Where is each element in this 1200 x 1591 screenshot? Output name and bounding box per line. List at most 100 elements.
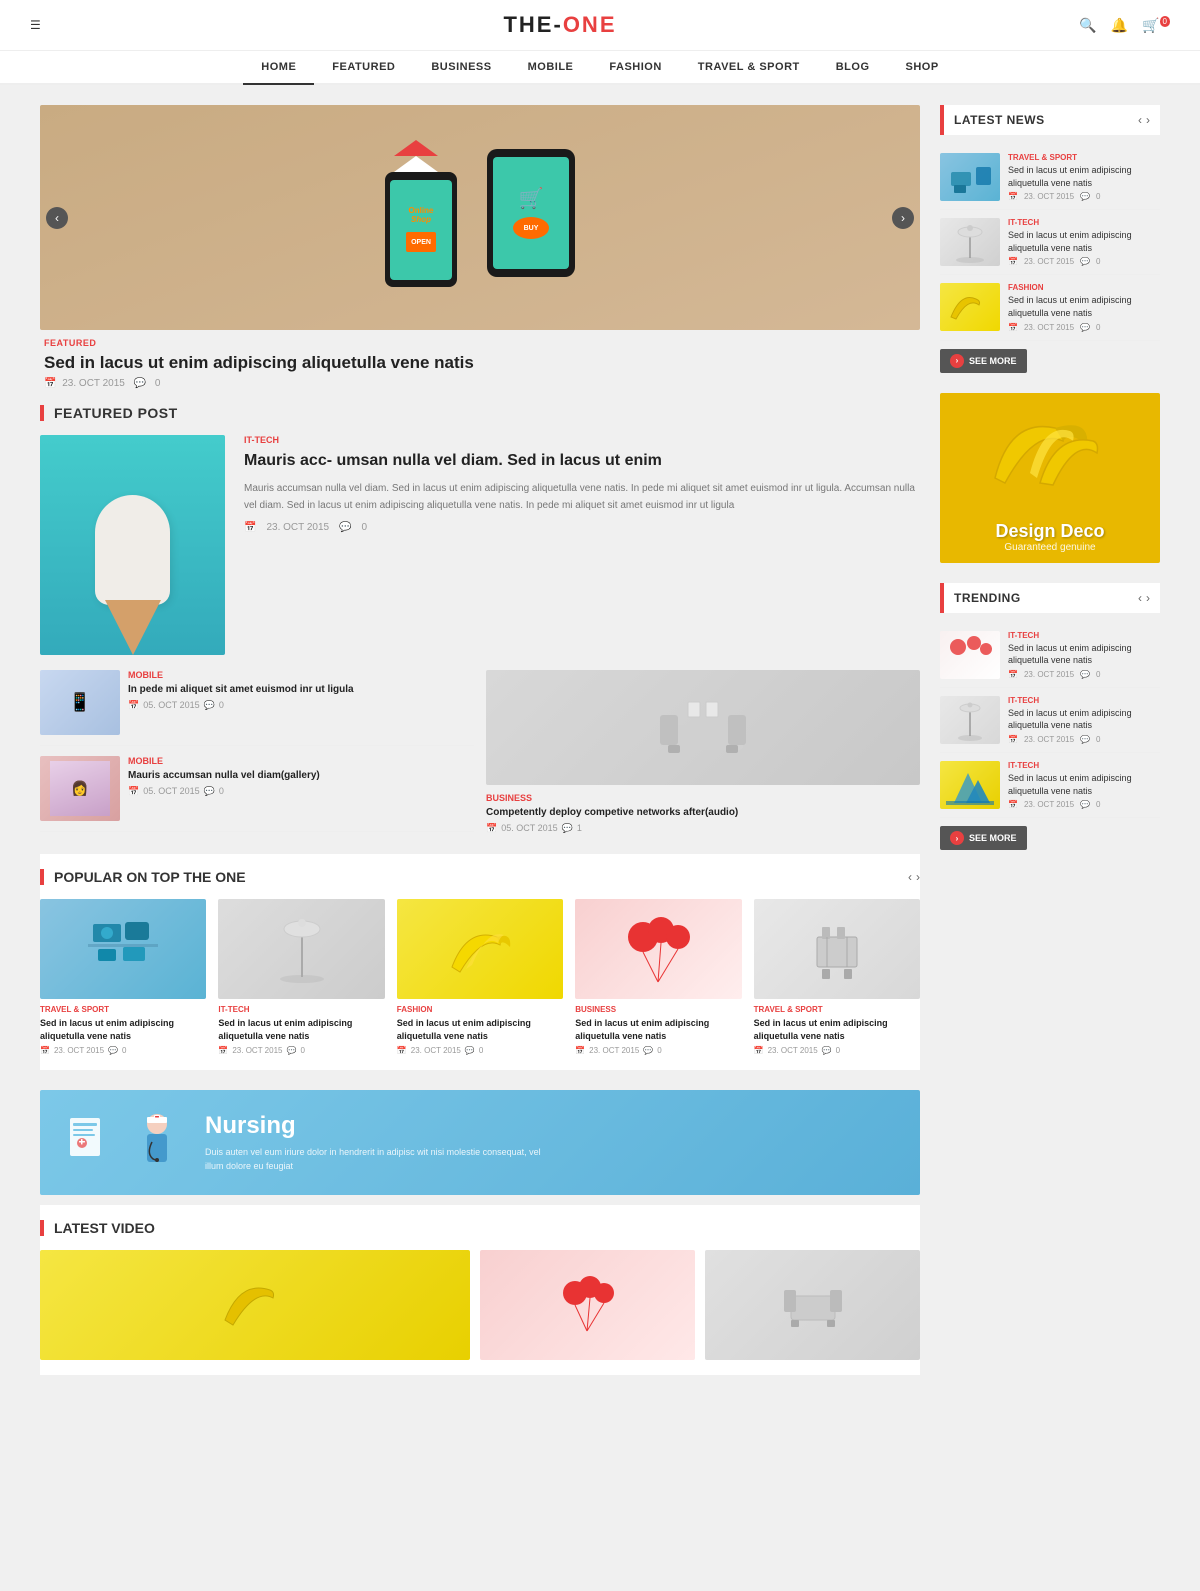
popular-item-1-meta: 📅23. OCT 2015 💬0 xyxy=(40,1046,206,1055)
hero-slider: Online Shop OPEN 🛒 xyxy=(40,105,920,330)
nav-item-featured[interactable]: FEATURED xyxy=(314,51,413,83)
news-item-1-content: TRAVEL & SPORT Sed in lacus ut enim adip… xyxy=(1008,153,1160,201)
news-item-3: FASHION Sed in lacus ut enim adipiscing … xyxy=(940,275,1160,340)
ad-banner-subtitle: Guaranteed genuine xyxy=(995,542,1104,553)
nav-item-home[interactable]: HOME xyxy=(243,51,314,85)
nav-item-shop[interactable]: SHOP xyxy=(888,51,957,83)
title-part1: THE- xyxy=(503,12,562,37)
popular-item-4-title: Sed in lacus ut enim adipiscing aliquetu… xyxy=(575,1017,741,1042)
main-container: Online Shop OPEN 🛒 xyxy=(30,85,1170,1395)
featured-section-header: FEATURED POST xyxy=(40,405,920,421)
popular-item-3: FASHION Sed in lacus ut enim adipiscing … xyxy=(397,899,563,1055)
hero-title: Sed in lacus ut enim adipiscing aliquetu… xyxy=(44,352,916,374)
small-post-3-title: Competently deploy competive networks af… xyxy=(486,806,920,819)
trending-item-2: IT-TECH Sed in lacus ut enim adipiscing … xyxy=(940,688,1160,753)
trending-next-arrow[interactable]: › xyxy=(1146,591,1150,605)
trending-see-more-label: SEE MORE xyxy=(969,833,1017,843)
small-post-3-image xyxy=(486,670,920,785)
small-post-1: 📱 MOBILE In pede mi aliquet sit amet eui… xyxy=(40,670,474,746)
popular-item-5: TRAVEL & SPORT Sed in lacus ut enim adip… xyxy=(754,899,920,1055)
ad-banana-illustration xyxy=(975,403,1125,501)
popular-heading: POPULAR ON TOP THE ONE xyxy=(54,869,246,885)
news-item-2: IT-TECH Sed in lacus ut enim adipiscing … xyxy=(940,210,1160,275)
popular-section-header: POPULAR ON TOP THE ONE ‹ › xyxy=(40,869,920,885)
popular-item-5-category: TRAVEL & SPORT xyxy=(754,1005,920,1014)
popular-item-1: TRAVEL & SPORT Sed in lacus ut enim adip… xyxy=(40,899,206,1055)
news-item-2-content: IT-TECH Sed in lacus ut enim adipiscing … xyxy=(1008,218,1160,266)
popular-item-3-category: FASHION xyxy=(397,1005,563,1014)
trending-item-1-content: IT-TECH Sed in lacus ut enim adipiscing … xyxy=(1008,631,1160,679)
small-posts-grid: 📱 MOBILE In pede mi aliquet sit amet eui… xyxy=(40,670,920,834)
popular-item-5-image xyxy=(754,899,920,999)
news-item-1: TRAVEL & SPORT Sed in lacus ut enim adip… xyxy=(940,145,1160,210)
trending-item-3-image xyxy=(940,761,1000,809)
search-icon[interactable]: 🔍 xyxy=(1079,17,1096,34)
nursing-desc: Duis auten vel eum iriure dolor in hendr… xyxy=(205,1145,555,1174)
trending-item-2-content: IT-TECH Sed in lacus ut enim adipiscing … xyxy=(1008,696,1160,744)
nav-item-mobile[interactable]: MOBILE xyxy=(510,51,592,83)
nav-item-fashion[interactable]: FASHION xyxy=(591,51,679,83)
trending-item-1-text: Sed in lacus ut enim adipiscing aliquetu… xyxy=(1008,642,1160,667)
featured-post-meta: 📅 23. OCT 2015 💬 0 xyxy=(244,522,920,533)
popular-item-4-image xyxy=(575,899,741,999)
calendar-icon: 📅 xyxy=(244,522,256,533)
popular-prev-arrow[interactable]: ‹ xyxy=(908,870,912,884)
trending-prev-arrow[interactable]: ‹ xyxy=(1138,591,1142,605)
latest-video-heading: LATEST VIDEO xyxy=(54,1220,155,1236)
trending-item-2-category: IT-TECH xyxy=(1008,696,1160,705)
small-post-1-title: In pede mi aliquet sit amet euismod inr … xyxy=(128,683,354,696)
top-bar: ☰ THE-ONE 🔍 🔔 🛒0 xyxy=(0,0,1200,51)
featured-post-excerpt: Mauris accumsan nulla vel diam. Sed in l… xyxy=(244,480,920,514)
news-item-1-meta: 📅23. OCT 2015 💬0 xyxy=(1008,192,1160,201)
popular-item-2-meta: 📅23. OCT 2015 💬0 xyxy=(218,1046,384,1055)
small-post-3: BUSINESS Competently deploy competive ne… xyxy=(486,670,920,834)
popular-next-arrow[interactable]: › xyxy=(916,870,920,884)
popular-item-2-category: IT-TECH xyxy=(218,1005,384,1014)
latest-news-heading: LATEST NEWS xyxy=(954,113,1045,127)
popular-item-3-meta: 📅23. OCT 2015 💬0 xyxy=(397,1046,563,1055)
nav-item-business[interactable]: BUSINESS xyxy=(413,51,509,83)
news-prev-arrow[interactable]: ‹ xyxy=(1138,113,1142,127)
news-next-arrow[interactable]: › xyxy=(1146,113,1150,127)
popular-item-3-title: Sed in lacus ut enim adipiscing aliquetu… xyxy=(397,1017,563,1042)
menu-icon[interactable]: ☰ xyxy=(30,18,41,32)
small-post-2-content: MOBILE Mauris accumsan nulla vel diam(ga… xyxy=(128,756,320,797)
trending-header: TRENDING ‹ › xyxy=(940,583,1160,613)
small-posts-right: BUSINESS Competently deploy competive ne… xyxy=(486,670,920,834)
news-item-1-image xyxy=(940,153,1000,201)
latest-news-header: LATEST NEWS ‹ › xyxy=(940,105,1160,135)
popular-item-5-meta: 📅23. OCT 2015 💬0 xyxy=(754,1046,920,1055)
bell-icon[interactable]: 🔔 xyxy=(1111,17,1128,34)
small-post-1-meta: 📅05. OCT 2015 💬0 xyxy=(128,700,354,711)
news-see-more-button[interactable]: › SEE MORE xyxy=(940,349,1027,373)
small-post-3-meta: 📅05. OCT 2015 💬1 xyxy=(486,823,920,834)
trending-item-3-category: IT-TECH xyxy=(1008,761,1160,770)
popular-item-1-category: TRAVEL & SPORT xyxy=(40,1005,206,1014)
small-post-1-content: MOBILE In pede mi aliquet sit amet euism… xyxy=(128,670,354,711)
nursing-title: Nursing xyxy=(205,1112,555,1140)
featured-post-category: IT-TECH xyxy=(244,435,920,445)
small-post-3-category: BUSINESS xyxy=(486,793,920,803)
latest-video-header: LATEST VIDEO xyxy=(40,1220,920,1236)
slider-prev-button[interactable]: ‹ xyxy=(46,207,68,229)
popular-grid: TRAVEL & SPORT Sed in lacus ut enim adip… xyxy=(40,899,920,1055)
slider-next-button[interactable]: › xyxy=(892,207,914,229)
cart-icon[interactable]: 🛒0 xyxy=(1142,17,1170,34)
featured-post-content: IT-TECH Mauris acc- umsan nulla vel diam… xyxy=(240,435,920,655)
nursing-text: Nursing Duis auten vel eum iriure dolor … xyxy=(205,1112,555,1174)
see-more-arrow-icon: › xyxy=(950,354,964,368)
trending-item-2-meta: 📅23. OCT 2015 💬0 xyxy=(1008,735,1160,744)
nav-item-blog[interactable]: BLOG xyxy=(818,51,888,83)
popular-item-4: BUSINESS Sed in lacus ut enim adipiscing… xyxy=(575,899,741,1055)
trending-see-more-arrow-icon: › xyxy=(950,831,964,845)
trending-see-more-button[interactable]: › SEE MORE xyxy=(940,826,1027,850)
nav-item-travel-sport[interactable]: TRAVEL & SPORT xyxy=(680,51,818,83)
nursing-illustration xyxy=(65,1110,185,1175)
news-item-2-image xyxy=(940,218,1000,266)
trending-item-1-meta: 📅23. OCT 2015 💬0 xyxy=(1008,670,1160,679)
trending-item-3-text: Sed in lacus ut enim adipiscing aliquetu… xyxy=(1008,772,1160,797)
hero-category: FEATURED xyxy=(44,338,916,348)
popular-section: POPULAR ON TOP THE ONE ‹ › xyxy=(40,854,920,1070)
main-nav: HOME FEATURED BUSINESS MOBILE FASHION TR… xyxy=(0,51,1200,85)
news-item-2-category: IT-TECH xyxy=(1008,218,1160,227)
